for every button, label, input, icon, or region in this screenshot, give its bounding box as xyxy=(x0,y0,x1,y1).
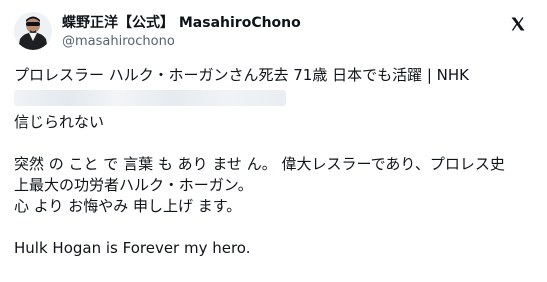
author-info: 蝶野正洋【公式】 MasahiroChono @masahirochono xyxy=(62,14,502,50)
tweet-text-line-5: Hulk Hogan is Forever my hero. xyxy=(14,239,251,257)
display-name[interactable]: 蝶野正洋【公式】 MasahiroChono xyxy=(62,14,502,32)
tweet-text-line-1: 信じられない xyxy=(14,113,105,131)
tweet-body: プロレスラー ハルク・ホーガンさん死去 71歳 日本でも活躍 | NHK 信じら… xyxy=(14,65,529,259)
tweet-card: 蝶野正洋【公式】 MasahiroChono @masahirochono プロ… xyxy=(0,0,547,282)
user-handle[interactable]: @masahirochono xyxy=(62,33,502,50)
x-logo-icon[interactable] xyxy=(510,16,526,32)
tweet-text-line-3: 上最大の功労者ハルク・ホーガン。 xyxy=(14,176,253,194)
tweet-paragraph-gap xyxy=(14,217,529,238)
tweet-header: 蝶野正洋【公式】 MasahiroChono @masahirochono xyxy=(14,12,534,60)
linked-headline[interactable]: プロレスラー ハルク・ホーガンさん死去 71歳 日本でも活躍 | NHK xyxy=(14,65,529,86)
avatar[interactable] xyxy=(14,12,52,50)
tweet-text-line-4: 心 より お悔やみ 申し上げ ます。 xyxy=(14,197,242,215)
tweet-text-line-2: 突然 の こと で 言葉 も あり ませ ん。 偉大レスラーであり、プロレス史 xyxy=(14,155,505,173)
blurred-link-url xyxy=(14,90,286,106)
tweet-paragraph-gap xyxy=(14,133,529,154)
profile-photo-icon xyxy=(14,12,52,50)
